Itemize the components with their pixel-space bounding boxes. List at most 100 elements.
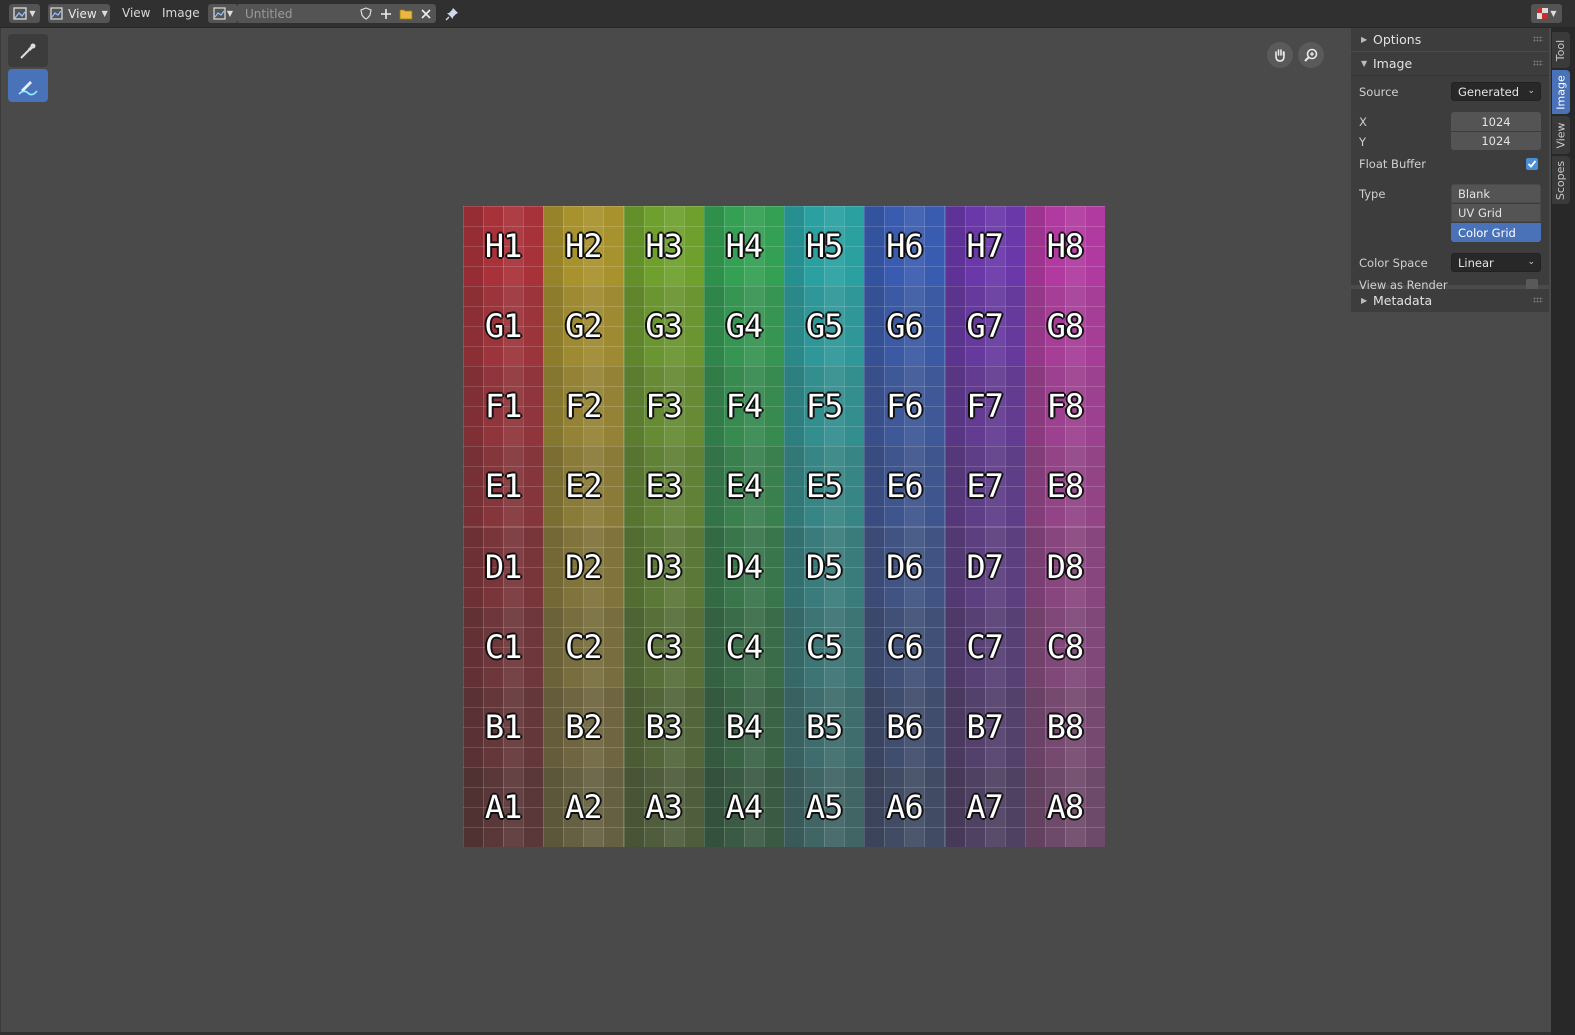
grid-cell-label: G4: [725, 307, 764, 346]
grid-cell: E1: [463, 446, 544, 527]
grid-cell: B6: [864, 686, 945, 768]
grid-cell-label: B6: [886, 707, 924, 746]
menu-image[interactable]: Image: [162, 6, 200, 20]
grid-cell: D5: [784, 526, 865, 607]
browse-image-button[interactable]: ▼: [208, 4, 238, 23]
grid-cell-label: A5: [805, 787, 844, 826]
color-space-label: Color Space: [1359, 256, 1428, 270]
drag-grip-icon[interactable]: [1533, 297, 1543, 303]
metadata-panel-header[interactable]: ▶ Metadata: [1351, 289, 1549, 312]
grid-cell-label: F4: [725, 387, 764, 426]
grid-cell: C1: [463, 606, 544, 687]
sample-tool[interactable]: [8, 34, 48, 67]
grid-cell: B8: [1024, 686, 1105, 768]
triangle-down-icon: ▼: [1361, 59, 1368, 68]
tab-scopes[interactable]: Scopes: [1552, 156, 1570, 204]
grid-cell-label: D6: [886, 547, 924, 586]
grid-cell-label: G7: [966, 307, 1004, 346]
unlink-image-button[interactable]: [416, 4, 436, 23]
pin-button[interactable]: [443, 4, 461, 23]
grid-cell-label: G3: [645, 307, 683, 346]
menu-view[interactable]: View: [122, 6, 150, 20]
zoom-view-button[interactable]: [1298, 42, 1324, 68]
open-image-button[interactable]: [396, 4, 416, 23]
grid-cell-label: D1: [484, 547, 523, 586]
type-option-blank[interactable]: Blank: [1451, 184, 1541, 203]
metadata-label: Metadata: [1373, 293, 1433, 308]
grid-cell: F1: [463, 366, 544, 447]
fake-user-button[interactable]: [356, 4, 376, 23]
grid-cell: C7: [944, 606, 1026, 687]
tab-tool[interactable]: Tool: [1552, 32, 1570, 68]
float-buffer-label: Float Buffer: [1359, 157, 1426, 171]
pan-view-button[interactable]: [1267, 42, 1293, 68]
grid-cell: A5: [784, 766, 865, 847]
grid-cell-label: F8: [1046, 387, 1085, 426]
grid-cell-label: A3: [645, 787, 683, 826]
type-option-color-grid[interactable]: Color Grid: [1451, 223, 1541, 242]
grid-cell: D6: [864, 526, 945, 607]
grid-cell-label: D4: [725, 547, 764, 586]
grid-cell-label: A6: [886, 787, 924, 826]
drag-grip-icon[interactable]: [1533, 36, 1543, 42]
close-icon: [421, 8, 431, 19]
source-label: Source: [1359, 85, 1399, 99]
grid-cell: B7: [944, 686, 1026, 768]
grid-cell: B3: [623, 686, 705, 768]
type-option-uv-grid[interactable]: UV Grid: [1451, 203, 1541, 222]
zoom-icon: [1304, 48, 1318, 62]
grid-cell: D2: [543, 526, 624, 607]
grid-cell: C5: [784, 606, 865, 687]
image-name-field[interactable]: Untitled: [238, 4, 356, 23]
grid-cell-label: C6: [886, 627, 924, 666]
grid-cell: G6: [864, 286, 945, 367]
options-label: Options: [1373, 32, 1422, 47]
source-value: Generated: [1458, 84, 1520, 99]
tab-view-label: View: [1554, 121, 1568, 149]
grid-cell: D7: [944, 526, 1026, 607]
grid-cell-label: A1: [484, 787, 523, 826]
grid-cell: F4: [703, 366, 785, 447]
grid-cell: D4: [703, 526, 785, 607]
options-panel-header[interactable]: ▶ Options: [1351, 28, 1549, 51]
new-image-button[interactable]: [376, 4, 396, 23]
grid-cell: G4: [703, 286, 785, 367]
image-panel-header[interactable]: ▼ Image: [1351, 52, 1549, 75]
overlay-button[interactable]: ▼: [1531, 4, 1562, 23]
chevron-down-icon: ⌄: [1527, 86, 1535, 96]
grid-cell-label: H5: [805, 227, 844, 266]
folder-icon: [399, 9, 413, 19]
grid-cell-label: G6: [886, 307, 924, 346]
grid-cell: D8: [1024, 526, 1105, 607]
y-field[interactable]: 1024: [1451, 131, 1541, 150]
mode-select[interactable]: View ▼: [48, 4, 110, 23]
annotate-tool[interactable]: [8, 69, 48, 102]
grid-cell-label: H8: [1046, 227, 1085, 266]
chevron-down-icon: ▼: [1550, 9, 1557, 18]
grid-cell-label: B2: [565, 707, 603, 746]
tab-view[interactable]: View: [1552, 116, 1570, 154]
editor-type-button[interactable]: ▼: [9, 4, 40, 23]
grid-cell: A1: [463, 766, 544, 847]
grid-cell: C6: [864, 606, 945, 687]
tab-image[interactable]: Image: [1552, 70, 1570, 114]
view-mode-icon: [50, 7, 63, 20]
grid-cell-label: B8: [1046, 707, 1085, 746]
grid-cell-label: B1: [484, 707, 523, 746]
grid-cell: F5: [784, 366, 865, 447]
triangle-right-icon: ▶: [1361, 35, 1368, 44]
grid-cell-label: G1: [484, 307, 523, 346]
grid-cell-label: D2: [565, 547, 603, 586]
source-dropdown[interactable]: Generated ⌄: [1451, 82, 1541, 101]
grid-cell: E3: [623, 446, 705, 527]
grid-cell: A7: [944, 766, 1026, 847]
float-buffer-checkbox[interactable]: [1526, 158, 1538, 170]
image-panel-label: Image: [1373, 56, 1413, 71]
grid-cell: E2: [543, 446, 624, 527]
x-field[interactable]: 1024: [1451, 112, 1541, 131]
grid-cell: H2: [543, 206, 624, 287]
color-space-dropdown[interactable]: Linear ⌄: [1451, 253, 1541, 272]
grid-cell-label: C3: [645, 627, 683, 666]
grid-cell-label: B3: [645, 707, 683, 746]
drag-grip-icon[interactable]: [1533, 60, 1543, 66]
